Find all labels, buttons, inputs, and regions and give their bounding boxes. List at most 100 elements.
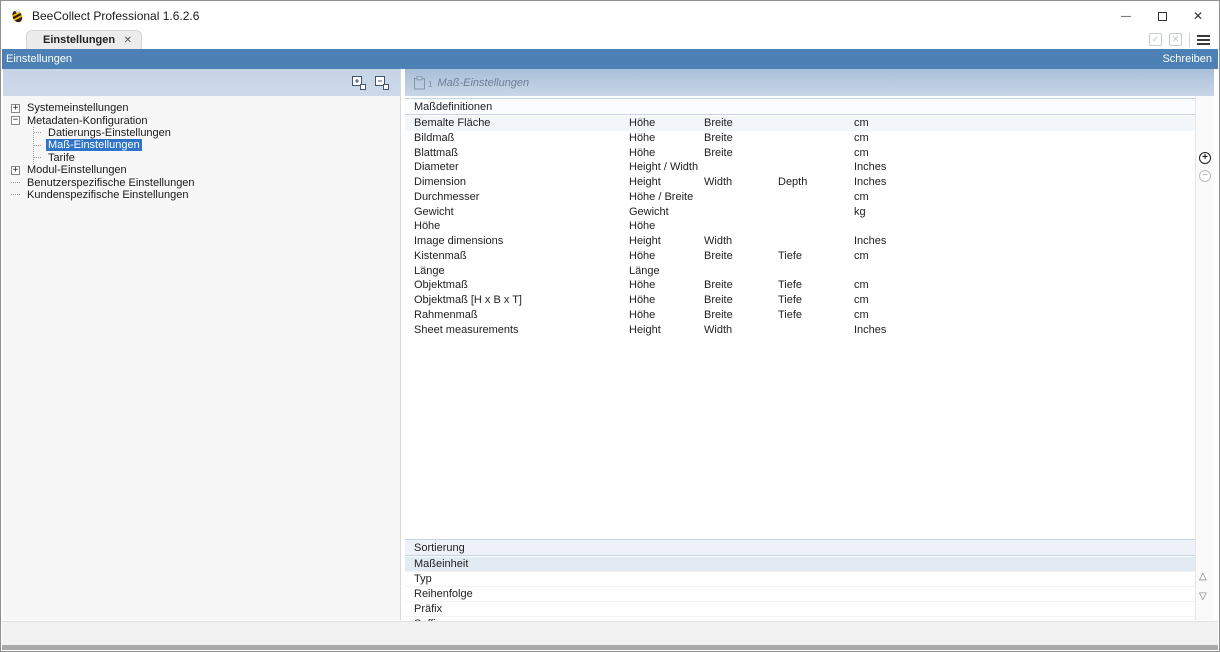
definition-row[interactable]: Höhe Höhe (405, 219, 1195, 234)
tab-close-icon[interactable]: ✕ (124, 35, 132, 46)
definition-col1: Height / Width (629, 160, 698, 175)
expander-icon[interactable]: − (11, 116, 20, 125)
definition-col2: Breite (704, 278, 733, 293)
definition-row[interactable]: Bemalte Fläche Höhe Breite cm (405, 116, 1195, 131)
window-frame: BeeCollect Professional 1.6.2.6 — ✕ Eins… (0, 0, 1220, 652)
definition-row[interactable]: Diameter Height / Width Inches (405, 160, 1195, 175)
definition-row[interactable]: Dimension Height Width Depth Inches (405, 175, 1195, 190)
tree-item-tarife[interactable]: Tarife (34, 152, 396, 164)
bee-app-icon (9, 8, 25, 24)
expand-all-icon[interactable] (351, 75, 367, 91)
maximize-icon (1158, 12, 1167, 21)
tree-item-label: Systemeinstellungen (25, 102, 131, 114)
tree-connector (34, 132, 41, 133)
definition-name: Rahmenmaß (414, 308, 478, 323)
tree-item-metadaten-konfiguration[interactable]: − Metadaten-Konfiguration (11, 114, 396, 126)
definition-col1: Höhe (629, 308, 655, 323)
definition-row[interactable]: Objektmaß [H x B x T] Höhe Breite Tiefe … (405, 293, 1195, 308)
definition-col1: Höhe (629, 278, 655, 293)
tree-children-metadaten: Datierungs-Einstellungen Maß-Einstellung… (33, 127, 396, 164)
tree-item-label: Metadaten-Konfiguration (25, 115, 149, 127)
tree-item-systemeinstellungen[interactable]: + Systemeinstellungen (11, 102, 396, 114)
definition-col1: Höhe (629, 116, 655, 131)
tree-item-benutzerspezifische[interactable]: Benutzerspezifische Einstellungen (11, 176, 396, 188)
sorting-item-reihenfolge[interactable]: Reihenfolge (405, 587, 1195, 602)
title-bar: BeeCollect Professional 1.6.2.6 — ✕ (2, 2, 1218, 30)
definition-unit: cm (854, 278, 869, 293)
definition-col1: Höhe (629, 146, 655, 161)
tab-strip: Einstellungen ✕ ✓ ✕ (2, 30, 1218, 49)
confirm-checkbox-icon[interactable]: ✓ (1149, 33, 1162, 46)
cancel-checkbox-icon[interactable]: ✕ (1169, 33, 1182, 46)
definition-col2: Width (704, 234, 732, 249)
tree-item-label: Kundenspezifische Einstellungen (25, 189, 190, 201)
definition-row[interactable]: Objektmaß Höhe Breite Tiefe cm (405, 278, 1195, 293)
tab-label: Einstellungen (43, 34, 115, 46)
definition-unit: cm (854, 131, 869, 146)
definition-unit: cm (854, 249, 869, 264)
tree-item-label: Datierungs-Einstellungen (46, 127, 173, 139)
definition-row[interactable]: Bildmaß Höhe Breite cm (405, 131, 1195, 146)
breadcrumb-title: Einstellungen (6, 53, 72, 65)
definition-row[interactable]: Länge Länge (405, 264, 1195, 279)
definition-name: Dimension (414, 175, 466, 190)
definition-name: Image dimensions (414, 234, 503, 249)
main-area: + Systemeinstellungen − Metadaten-Konfig… (2, 69, 1218, 620)
expander-icon[interactable]: + (11, 104, 20, 113)
tree-item-mass-einstellungen[interactable]: Maß-Einstellungen (34, 139, 396, 151)
definition-col3: Depth (778, 175, 807, 190)
sorting-item-typ[interactable]: Typ (405, 572, 1195, 587)
app-window: BeeCollect Professional 1.6.2.6 — ✕ Eins… (0, 0, 1220, 652)
tree-item-label: Benutzerspezifische Einstellungen (25, 177, 197, 189)
definition-row[interactable]: Blattmaß Höhe Breite cm (405, 146, 1195, 161)
quickbar: ✓ ✕ (1149, 31, 1210, 48)
tab-einstellungen[interactable]: Einstellungen ✕ (26, 30, 142, 49)
expander-icon[interactable]: + (11, 166, 20, 175)
tree-item-modul-einstellungen[interactable]: + Modul-Einstellungen (11, 164, 396, 176)
definitions-section-header: Maßdefinitionen (405, 98, 1195, 115)
add-definition-button[interactable]: + (1199, 152, 1211, 164)
remove-definition-button[interactable]: − (1199, 170, 1211, 182)
definition-unit: Inches (854, 234, 886, 249)
tree-item-kundenspezifische[interactable]: Kundenspezifische Einstellungen (11, 189, 396, 201)
tree-item-label: Tarife (46, 152, 77, 164)
definition-row[interactable]: Durchmesser Höhe / Breite cm (405, 190, 1195, 205)
move-up-button[interactable]: △ (1199, 572, 1207, 582)
minimize-button[interactable]: — (1108, 2, 1144, 30)
sorting-item-masseinheit[interactable]: Maßeinheit (405, 557, 1195, 572)
settings-tree-panel: + Systemeinstellungen − Metadaten-Konfig… (3, 69, 400, 620)
minimize-icon: — (1121, 11, 1131, 22)
definition-name: Bemalte Fläche (414, 116, 490, 131)
maximize-button[interactable] (1144, 2, 1180, 30)
definition-col2: Breite (704, 308, 733, 323)
definition-row[interactable]: Rahmenmaß Höhe Breite Tiefe cm (405, 308, 1195, 323)
definition-row[interactable]: Sheet measurements Height Width Inches (405, 323, 1195, 338)
definition-unit: Inches (854, 160, 886, 175)
definition-col1: Höhe (629, 219, 655, 234)
panel-header: 1 Maß-Einstellungen (405, 69, 1214, 96)
collapse-all-icon[interactable] (374, 75, 390, 91)
form-icon (413, 76, 426, 90)
close-icon: ✕ (1193, 9, 1203, 23)
side-action-strip: + − △ ▽ (1195, 96, 1214, 620)
close-button[interactable]: ✕ (1180, 2, 1216, 30)
tree-item-datierungs-einstellungen[interactable]: Datierungs-Einstellungen (34, 127, 396, 139)
form-icon-badge: 1 (428, 80, 432, 89)
menu-icon[interactable] (1197, 35, 1210, 45)
definition-col1: Height (629, 323, 661, 338)
definition-col2: Breite (704, 293, 733, 308)
window-controls: — ✕ (1108, 2, 1216, 30)
move-down-button[interactable]: ▽ (1199, 592, 1207, 602)
sorting-item-praefix[interactable]: Präfix (405, 602, 1195, 617)
schreiben-button[interactable]: Schreiben (1162, 53, 1212, 65)
mass-einstellungen-panel: Maßdefinitionen Bemalte Fläche Höhe Brei… (405, 96, 1195, 620)
separator (1189, 33, 1190, 47)
definition-unit: Inches (854, 323, 886, 338)
definition-unit: cm (854, 190, 869, 205)
definition-col1: Höhe (629, 293, 655, 308)
definition-row[interactable]: Image dimensions Height Width Inches (405, 234, 1195, 249)
tree-connector (11, 194, 20, 195)
definition-row[interactable]: Gewicht Gewicht kg (405, 205, 1195, 220)
definition-row[interactable]: Kistenmaß Höhe Breite Tiefe cm (405, 249, 1195, 264)
definition-col1: Height (629, 234, 661, 249)
